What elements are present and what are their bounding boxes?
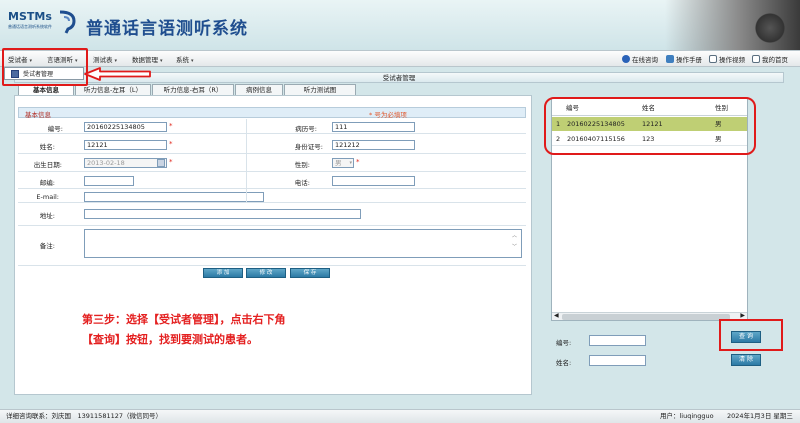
highlight-box-menu (2, 48, 88, 86)
tab-hearing-chart[interactable]: 听力测试图 (284, 84, 356, 95)
menu-data-management-label: 数据管理 (132, 56, 158, 64)
birth-date-field[interactable]: 2013-02-18 (84, 158, 167, 168)
idcard-field[interactable]: 121212 (332, 140, 415, 150)
edit-button[interactable]: 修 改 (246, 268, 286, 278)
id-label: 编号: (47, 125, 63, 133)
save-button[interactable]: 保 存 (290, 268, 330, 278)
app-logo: MSTMs 普通话语言测听系统软件 (8, 10, 52, 30)
address-field[interactable] (84, 209, 361, 219)
current-user: 用户：liuqingguo (660, 412, 714, 420)
video-icon (709, 55, 717, 63)
video-label: 操作视频 (719, 56, 745, 64)
scroll-right-icon[interactable]: ▶ (740, 312, 745, 319)
grid-scrollbar[interactable]: ◀ ▶ (552, 312, 747, 320)
record-field[interactable]: 111 (332, 122, 415, 132)
note-textarea[interactable] (84, 229, 522, 258)
gender-value: 男 (335, 159, 342, 167)
highlight-box-grid (544, 97, 756, 155)
clear-button[interactable]: 清 除 (731, 354, 761, 366)
name-field[interactable]: 12121 (84, 140, 167, 150)
logo-subtext: 普通话语言测听系统软件 (8, 24, 52, 29)
menu-system[interactable]: 系统 ▾ (176, 54, 194, 64)
info-icon (622, 55, 630, 63)
textarea-scroll[interactable]: ︿ ﹀ (512, 231, 517, 253)
section-title: 基本信息 (25, 111, 51, 119)
required-mark: * (169, 122, 173, 130)
menu-test-table[interactable]: 测试表 ▾ (93, 54, 117, 64)
home-label: 我的首页 (762, 56, 788, 64)
manual-label: 操作手册 (676, 56, 702, 64)
instruction-line-1: 第三步：选择【受试者管理】，点击右下角 (82, 313, 286, 326)
required-mark: * (356, 158, 360, 166)
search-name-input[interactable] (589, 355, 646, 366)
video-button[interactable]: 操作视频 (709, 54, 745, 64)
name-label: 姓名: (39, 143, 55, 151)
gender-label: 性别: (294, 161, 310, 169)
calendar-icon[interactable] (157, 159, 165, 167)
search-id-input[interactable] (589, 335, 646, 346)
menu-test-table-label: 测试表 (93, 56, 113, 64)
search-name-label: 姓名: (556, 359, 572, 367)
ear-logo-icon (59, 10, 76, 34)
contact-info: 详细咨询联系：刘庆国 13911581127（微信同号） (6, 412, 162, 420)
idcard-label: 身份证号: (294, 143, 323, 151)
phone-field[interactable] (332, 176, 415, 186)
app-title: 普通话言语测听系统 (86, 19, 248, 39)
manual-button[interactable]: 操作手册 (666, 54, 702, 64)
status-bar: 详细咨询联系：刘庆国 13911581127（微信同号） 用户：liuqingg… (0, 409, 800, 423)
zip-label: 邮编: (39, 179, 55, 187)
email-field[interactable] (84, 192, 264, 202)
id-field[interactable]: 20160225134805 (84, 122, 167, 132)
app-banner: MSTMs 普通话语言测听系统软件 普通话言语测听系统 (0, 0, 800, 50)
chevron-down-icon: ▾ (349, 160, 352, 166)
note-label: 备注: (39, 242, 55, 250)
manual-icon (666, 55, 674, 63)
scroll-left-icon[interactable]: ◀ (554, 312, 559, 319)
chevron-down-icon: ▾ (114, 58, 118, 64)
scrollbar-thumb[interactable] (562, 314, 730, 320)
menu-system-label: 系统 (176, 56, 189, 64)
address-label: 地址: (39, 212, 55, 220)
record-label: 病历号: (295, 125, 317, 133)
instruction-line-2: 【查询】按钮，找到要测试的患者。 (82, 333, 258, 346)
required-mark: * (169, 140, 173, 148)
tab-case-info[interactable]: 病例信息 (235, 84, 283, 95)
logo-text: MSTMs (8, 10, 52, 23)
zip-field[interactable] (84, 176, 134, 186)
banner-photo (665, 0, 800, 50)
form-divider (246, 119, 247, 203)
online-consult-button[interactable]: 在线咨询 (622, 54, 658, 64)
birth-label: 出生日期: (33, 161, 62, 169)
instruction-text: 第三步：选择【受试者管理】，点击右下角 【查询】按钮，找到要测试的患者。 (82, 310, 286, 350)
online-consult-label: 在线咨询 (632, 56, 658, 64)
chevron-down-icon: ▾ (160, 58, 163, 64)
gender-select[interactable]: 男 ▾ (332, 158, 354, 168)
section-header: 基本信息 * 号为必填项 (18, 107, 526, 119)
home-icon (752, 55, 760, 63)
add-button[interactable]: 添 加 (203, 268, 243, 278)
highlight-box-query (719, 319, 783, 351)
home-button[interactable]: 我的首页 (752, 54, 788, 64)
menu-data-management[interactable]: 数据管理 ▾ (132, 54, 163, 64)
chevron-down-icon: ▾ (191, 58, 194, 64)
red-arrow-icon (84, 67, 151, 81)
current-date: 2024年1月3日 星期三 (727, 412, 793, 420)
search-id-label: 编号: (556, 339, 572, 347)
tab-hearing-right[interactable]: 听力信息-右耳（R） (152, 84, 234, 95)
required-mark: * (169, 158, 173, 166)
menu-bar: 受试者 ▾ 言语测听 ▾ 测试表 ▾ 数据管理 ▾ 系统 ▾ 在线咨询 操作手册 操作视频… (0, 50, 800, 67)
required-note: * 号为必填项 (369, 111, 407, 119)
phone-label: 电话: (294, 179, 310, 187)
email-label: E-mail: (36, 193, 59, 201)
